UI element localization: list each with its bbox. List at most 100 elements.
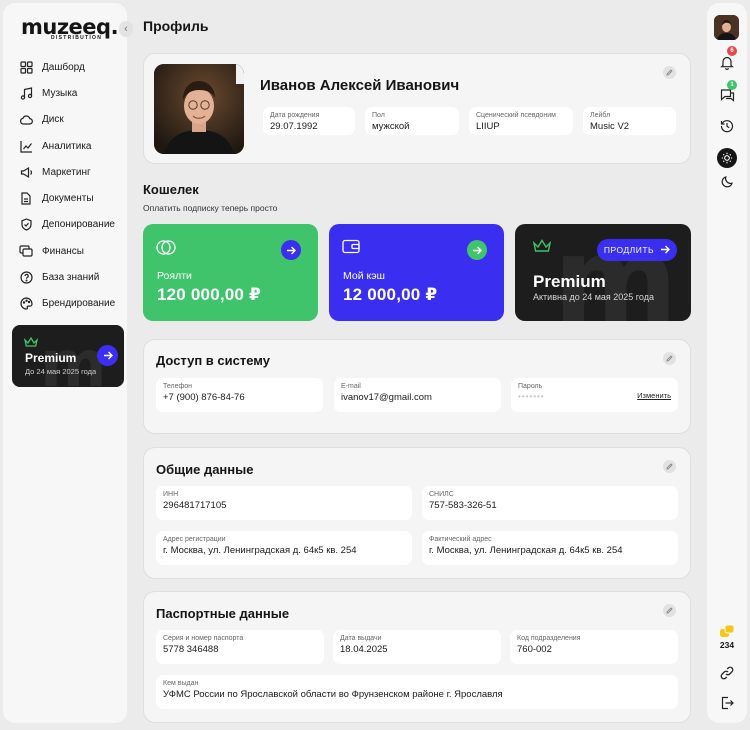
issue-date-value: 18.04.2025: [340, 644, 388, 655]
department-code-label: Код подразделения: [517, 635, 581, 642]
sun-icon[interactable]: [717, 148, 737, 168]
coins-count: 234: [719, 640, 735, 650]
chevron-left-icon[interactable]: ‹: [119, 21, 133, 37]
issue-date-label: Дата выдачи: [340, 635, 382, 642]
passport-card: Паспортные данные Серия и номер паспорта…: [143, 591, 691, 723]
label-value: Music V2: [590, 121, 630, 132]
sidebar-item-deposit[interactable]: Депонирование: [19, 212, 127, 238]
password-label: Пароль: [518, 383, 543, 390]
pencil-icon[interactable]: [663, 460, 676, 473]
change-password-link[interactable]: Изменить: [637, 391, 671, 400]
registration-address-field[interactable]: Адрес регистрации г. Москва, ул. Ленингр…: [156, 531, 412, 565]
promo-title: Premium: [25, 351, 77, 365]
cash-card[interactable]: Мой кэш 12 000,00 ₽: [329, 224, 504, 321]
royalty-label: Роялти: [157, 270, 192, 282]
extend-button-label: ПРОДЛИТЬ: [603, 245, 655, 255]
actual-address-value: г. Москва, ул. Ленинградская д. 64к5 кв.…: [429, 545, 623, 556]
general-title: Общие данные: [156, 462, 254, 477]
extend-button[interactable]: ПРОДЛИТЬ: [597, 239, 677, 261]
right-toolbar: 6 1 234: [707, 3, 747, 723]
registration-address-value: г. Москва, ул. Ленинградская д. 64к5 кв.…: [163, 545, 357, 556]
sidebar-item-analytics[interactable]: Аналитика: [19, 133, 127, 159]
logo[interactable]: muzeeq. DISTRIBUTION: [21, 15, 119, 42]
pencil-icon[interactable]: [663, 604, 676, 617]
logo-text: muzeeq.: [21, 15, 119, 39]
stage-name-field: Сценический псевдоним LIIUP: [469, 107, 573, 135]
snils-value: 757-583-326-51: [429, 500, 497, 511]
page-title: Профиль: [143, 18, 209, 34]
label-label: Лейбл: [590, 112, 611, 119]
premium-subtitle: Активна до 24 мая 2025 года: [533, 292, 654, 302]
sidebar-item-music[interactable]: Музыка: [19, 80, 127, 106]
arrow-right-icon[interactable]: [97, 345, 118, 366]
cloud-icon: [19, 113, 33, 127]
promo-subtitle: До 24 мая 2025 года: [25, 367, 97, 376]
phone-value: +7 (900) 876-84-76: [163, 392, 245, 403]
profile-photo: [154, 64, 244, 154]
sidebar-item-label: Аналитика: [42, 140, 92, 152]
sidebar-item-label: Документы: [42, 193, 94, 205]
registration-address-label: Адрес регистрации: [163, 536, 226, 543]
passport-title: Паспортные данные: [156, 606, 290, 621]
cash-amount: 12 000,00 ₽: [343, 285, 438, 304]
chart-icon: [19, 139, 33, 153]
palette-icon: [19, 297, 33, 311]
sidebar-item-label: Музыка: [42, 87, 78, 99]
email-label: E-mail: [341, 383, 361, 390]
sidebar-item-label: Диск: [42, 114, 64, 126]
email-value: ivanov17@gmail.com: [341, 392, 432, 403]
sidebar-item-dashboard[interactable]: Дашборд: [19, 54, 127, 80]
grid-icon: [19, 60, 33, 74]
sidebar-item-label: Финансы: [42, 245, 84, 257]
gender-value: мужской: [372, 121, 410, 132]
premium-card[interactable]: m ПРОДЛИТЬ Premium Активна до 24 мая 202…: [515, 224, 691, 321]
sidebar-item-label: Депонирование: [42, 219, 115, 231]
sidebar-item-label: Дашборд: [42, 61, 85, 73]
stage-name-value: LIIUP: [476, 121, 500, 132]
password-field[interactable]: Пароль ••••••• Изменить: [511, 378, 678, 412]
sidebar-item-branding[interactable]: Брендирование: [19, 291, 127, 317]
history-icon[interactable]: [717, 116, 737, 136]
arrow-right-icon[interactable]: [281, 240, 301, 260]
cash-label: Мой кэш: [343, 270, 385, 282]
pencil-icon[interactable]: [663, 352, 676, 365]
snils-field[interactable]: СНИЛС 757-583-326-51: [422, 486, 678, 520]
document-icon: [19, 192, 33, 206]
pencil-icon[interactable]: [663, 66, 676, 79]
issue-date-field[interactable]: Дата выдачи 18.04.2025: [333, 630, 501, 664]
avatar[interactable]: [714, 15, 739, 40]
sidebar-item-disk[interactable]: Диск: [19, 107, 127, 133]
sidebar-item-marketing[interactable]: Маркетинг: [19, 159, 127, 185]
arrow-right-icon[interactable]: [467, 240, 487, 260]
phone-field[interactable]: Телефон +7 (900) 876-84-76: [156, 378, 323, 412]
premium-promo-card[interactable]: m Premium До 24 мая 2025 года: [12, 325, 124, 387]
sidebar-item-documents[interactable]: Документы: [19, 185, 127, 211]
actual-address-field[interactable]: Фактический адрес г. Москва, ул. Ленингр…: [422, 531, 678, 565]
profile-card: Иванов Алексей Иванович Дата рождения 29…: [143, 53, 691, 164]
passport-number-label: Серия и номер паспорта: [163, 635, 244, 642]
passport-number-value: 5778 346488: [163, 644, 219, 655]
arrow-right-icon: [660, 245, 671, 256]
logout-icon[interactable]: [717, 693, 737, 713]
royalty-card[interactable]: Роялти 120 000,00 ₽: [143, 224, 318, 321]
sidebar-item-label: Маркетинг: [42, 166, 91, 178]
moon-icon[interactable]: [717, 171, 737, 191]
wallet-subtitle: Оплатить подписку теперь просто: [143, 203, 278, 213]
snils-label: СНИЛС: [429, 491, 454, 498]
sidebar: muzeeq. DISTRIBUTION ‹ Дашборд Музыка Ди…: [3, 3, 133, 723]
issued-by-field[interactable]: Кем выдан УФМС России по Ярославской обл…: [156, 675, 678, 709]
department-code-field[interactable]: Код подразделения 760-002: [510, 630, 678, 664]
passport-number-field[interactable]: Серия и номер паспорта 5778 346488: [156, 630, 324, 664]
birth-date-value: 29.07.1992: [270, 121, 318, 132]
sidebar-item-finance[interactable]: Финансы: [19, 238, 127, 264]
royalty-amount: 120 000,00 ₽: [157, 285, 262, 304]
sidebar-item-label: Брендирование: [42, 298, 116, 310]
inn-field[interactable]: ИНН 296481717105: [156, 486, 412, 520]
sidebar-item-knowledge-base[interactable]: База знаний: [19, 264, 127, 290]
email-field[interactable]: E-mail ivanov17@gmail.com: [334, 378, 501, 412]
profile-full-name: Иванов Алексей Иванович: [260, 77, 460, 94]
coin-icon: [717, 621, 737, 641]
gender-field: Пол мужской: [365, 107, 459, 135]
messages-badge: 1: [727, 80, 737, 90]
link-icon[interactable]: [717, 663, 737, 683]
